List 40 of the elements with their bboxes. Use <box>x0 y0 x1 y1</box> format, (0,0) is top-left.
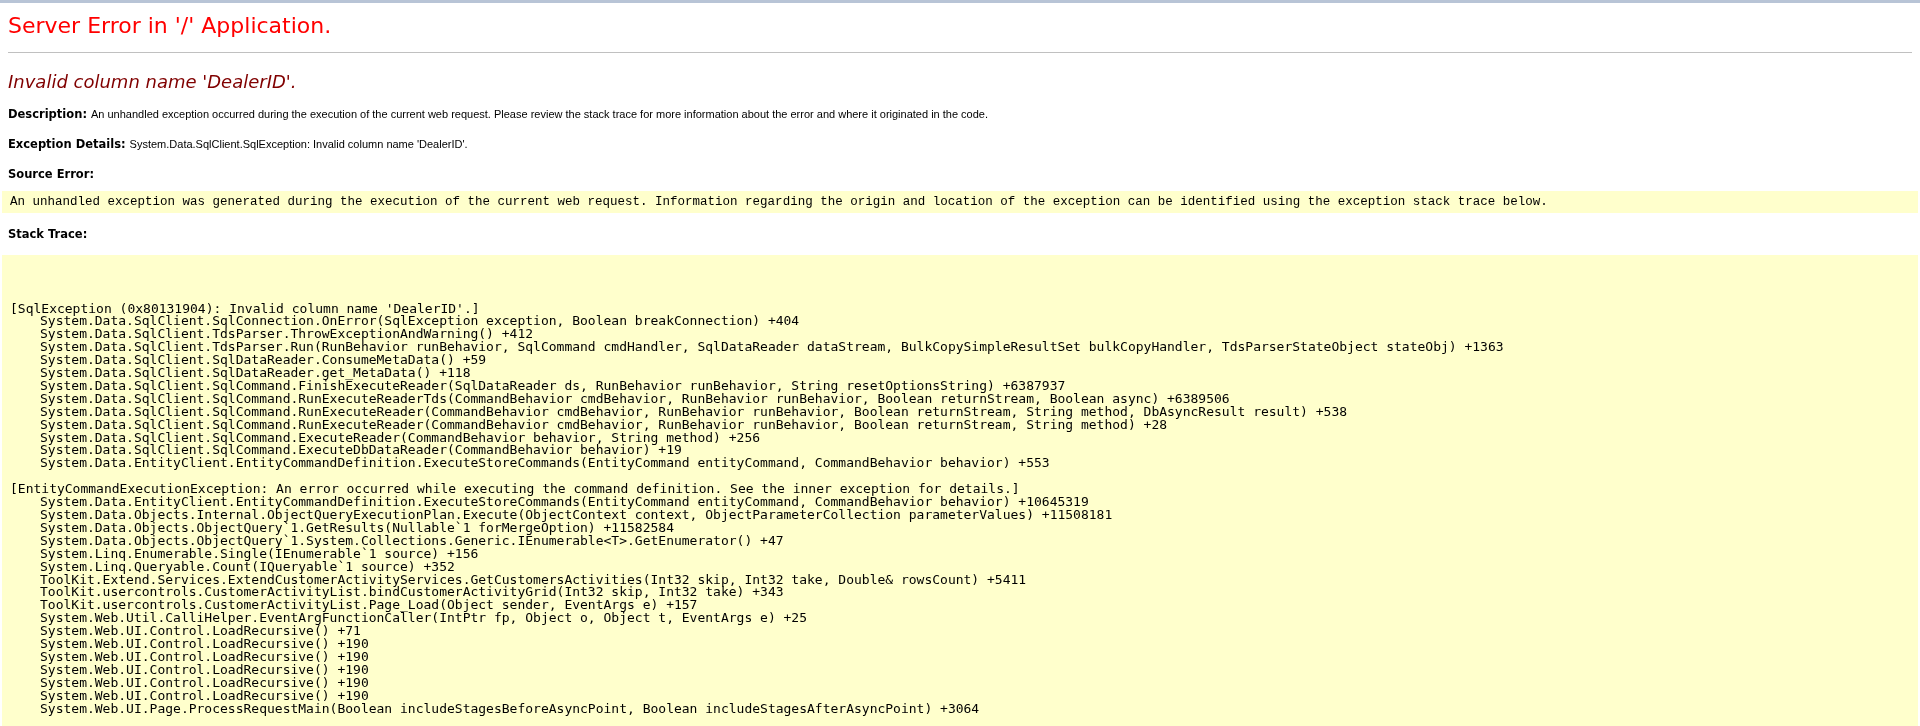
stack-frame: System.Web.UI.Control.LoadRecursive() +190 <box>10 689 1910 703</box>
exception-header: [EntityCommandExecutionException: An error occurred while executing the command definition. See the inner exception for details.] <box>10 483 1021 497</box>
stack-frame: System.Web.UI.Control.LoadRecursive() +190 <box>10 650 1910 664</box>
page-title: Server Error in '/' Application. <box>8 12 333 40</box>
stack-frame: System.Data.SqlClient.TdsParser.Run(RunBehavior runBehavior, SqlCommand cmdHandler, SqlDataReader dataStream, BulkCopySimpleResultSet bulkCopyHandler, TdsParserStateObject stateObj) +1363 <box>10 341 1910 355</box>
field-label: Stack Trace: <box>8 226 88 241</box>
stack-frame: System.Data.SqlClient.SqlDataReader.ConsumeMetaData() +59 <box>10 354 1910 368</box>
stack-frame: System.Data.SqlClient.SqlCommand.ExecuteReader(CommandBehavior behavior, String method) +256 <box>10 431 1910 445</box>
stack-frame: System.Data.Objects.ObjectQuery`1.System.Collections.Generic.IEnumerable<T>.GetEnumerator() +47 <box>10 534 1910 548</box>
stack-frame: System.Web.UI.Control.LoadRecursive() +190 <box>10 663 1910 677</box>
field-text: System.Data.SqlClient.SqlException: Invalid column name 'DealerID'. <box>129 137 468 153</box>
stack-frame: ToolKit.usercontrols.CustomerActivityList.Page_Load(Object sender, EventArgs e) +157 <box>10 599 1910 613</box>
field-text: An unhandled exception occurred during the execution of the current web request. Please review the stack trace for more information about the error and where it originated in the code. <box>91 107 988 122</box>
field-label: Description: <box>8 106 87 123</box>
stack-frame: System.Data.Objects.Internal.ObjectQueryExecutionPlan.Execute(ObjectContext context, ObjectParameterCollection parameterValues) +11508181 <box>10 509 1910 522</box>
stack-frame: ToolKit.usercontrols.CustomerActivityList.bindCustomerActivityGrid(Int32 skip, Int32 take) +343 <box>10 586 1910 600</box>
stack-frame: System.Web.UI.Page.ProcessRequestMain(Boolean includeStagesBeforeAsyncPoint, Boolean includeStagesAfterAsyncPoint) +3064 <box>10 702 1910 716</box>
stack-frame: System.Web.UI.Control.LoadRecursive() +190 <box>10 676 1910 690</box>
stack-frame: System.Data.EntityClient.EntityCommandDefinition.ExecuteStoreCommands(EntityCommand entityCommand, CommandBehavior behavior) +10645319 <box>10 496 1910 509</box>
stack-frame: System.Data.Objects.ObjectQuery`1.GetResults(Nullable`1 forMergeOption) +11582584 <box>10 521 1910 535</box>
stack-frame: ToolKit.Extend.Services.ExtendCustomerActivityServices.GetCustomersActivities(Int32 skip, Int32 take, Double& rowsCount) +5411 <box>10 573 1910 587</box>
stack-frame: System.Web.Util.CalliHelper.EventArgFunctionCaller(IntPtr fp, Object o, Object t, EventArgs e) +25 <box>10 612 1910 626</box>
stack-frame: System.Data.SqlClient.SqlConnection.OnError(SqlException exception, Boolean breakConnection) +404 <box>10 315 1910 329</box>
stack-frame: System.Data.SqlClient.SqlCommand.RunExecuteReader(CommandBehavior cmdBehavior, RunBehavior runBehavior, Boolean returnStream, String method) +28 <box>10 418 1910 432</box>
stack-frame: System.Data.SqlClient.SqlCommand.FinishExecuteReader(SqlDataReader ds, RunBehavior runBehavior, String resetOptionsString) +6387937 <box>10 379 1910 393</box>
exception-header: [SqlException (0x80131904): Invalid column name 'DealerID'.] <box>10 302 481 316</box>
stack-frame: System.Web.UI.Control.LoadRecursive() +190 <box>10 638 1910 651</box>
field-label: Exception Details: <box>8 136 126 154</box>
source-error-text: An unhandled exception was generated during the execution of the current web request. Information regarding the origin and location of the exception can be identified using the exception stack trace below. <box>10 194 1549 209</box>
stack-frame: System.Data.SqlClient.SqlCommand.RunExecuteReaderTds(CommandBehavior cmdBehavior, RunBehavior runBehavior, Boolean returnStream, Boolean async) +6389506 <box>10 392 1910 406</box>
stack-frame: System.Data.SqlClient.SqlCommand.ExecuteDbDataReader(CommandBehavior behavior) +19 <box>10 444 1910 458</box>
stack-frame: System.Linq.Queryable.Count(IQueryable`1 source) +352 <box>10 560 1910 574</box>
field-label: Source Error: <box>8 166 95 181</box>
stack-frame: System.Data.EntityClient.EntityCommandDefinition.ExecuteStoreCommands(EntityCommand entityCommand, CommandBehavior behavior) +553 <box>10 457 1910 471</box>
stack-frame: System.Data.SqlClient.TdsParser.ThrowExceptionAndWarning() +412 <box>10 328 1910 342</box>
stack-frame: System.Web.UI.Control.LoadRecursive() +71 <box>10 625 1910 639</box>
stack-frame: System.Data.SqlClient.SqlDataReader.get_MetaData() +118 <box>10 367 1910 380</box>
stack-frame: System.Data.SqlClient.SqlCommand.RunExecuteReader(CommandBehavior cmdBehavior, RunBehavior runBehavior, Boolean returnStream, String method, DbAsyncResult result) +538 <box>10 405 1910 419</box>
stack-frame: System.Linq.Enumerable.Single(IEnumerable`1 source) +156 <box>10 547 1910 561</box>
error-heading: Invalid column name 'DealerID'. <box>8 71 298 93</box>
